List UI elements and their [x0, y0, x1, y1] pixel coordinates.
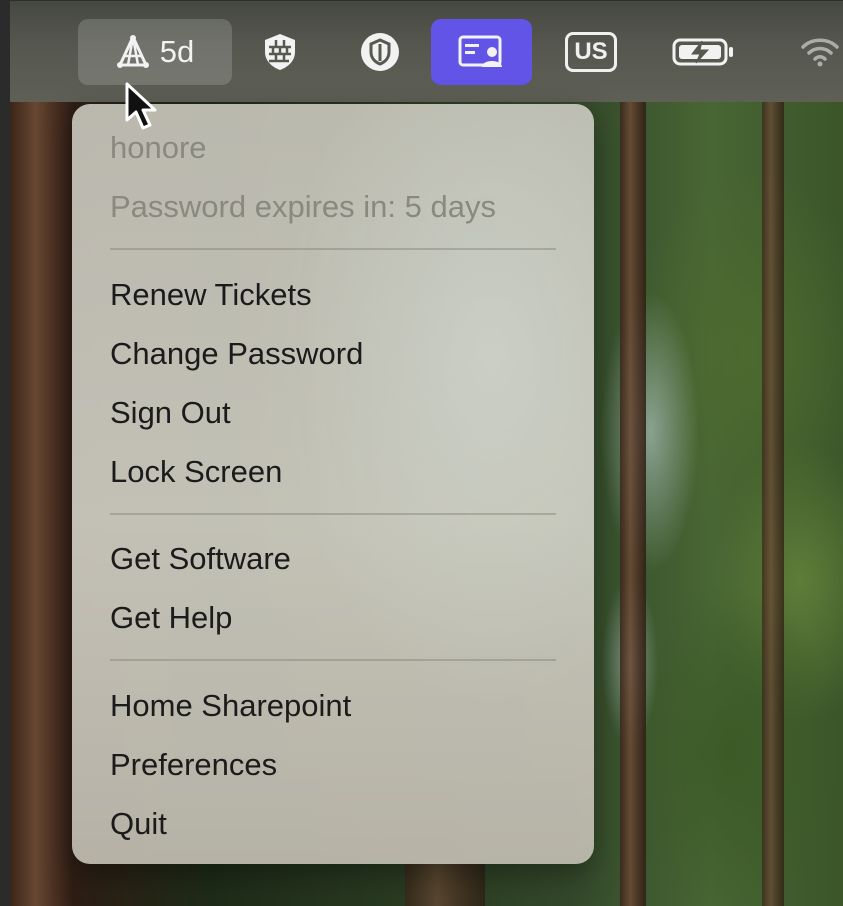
window-edge	[0, 0, 10, 906]
keyboard-layout-item[interactable]: US	[560, 19, 622, 85]
battery-status-item[interactable]	[668, 19, 738, 85]
kerberos-app-icon	[116, 35, 149, 68]
wifi-icon	[801, 38, 839, 67]
menu-password-status: Password expires in: 5 days	[110, 189, 496, 224]
keyboard-layout-icon: US	[565, 32, 617, 72]
menu-separator	[110, 248, 556, 250]
desktop: 5d US honore Password expires in: 5 days…	[0, 0, 843, 906]
menu-item-preferences[interactable]: Preferences	[110, 747, 277, 783]
menu-item-renew-tickets[interactable]: Renew Tickets	[110, 277, 312, 313]
tree-trunk	[762, 102, 784, 906]
tree-trunk	[620, 102, 646, 906]
battery-charging-icon	[672, 38, 733, 66]
kerberos-expiry-label: 5d	[159, 34, 195, 69]
menu-item-lock-screen[interactable]: Lock Screen	[110, 454, 282, 490]
tree-trunk	[10, 102, 74, 906]
menu-separator	[110, 513, 556, 515]
menu-separator	[110, 659, 556, 661]
menu-item-home-sharepoint[interactable]: Home Sharepoint	[110, 688, 351, 724]
wifi-status-item[interactable]	[790, 19, 843, 85]
menu-item-sign-out[interactable]: Sign Out	[110, 395, 231, 431]
menu-item-get-software[interactable]: Get Software	[110, 541, 291, 577]
vpn-shield-icon	[361, 33, 399, 71]
screen-sharing-item[interactable]	[431, 19, 532, 85]
kerberos-dropdown-menu: honore Password expires in: 5 days Renew…	[72, 104, 594, 864]
firewall-shield-icon	[265, 34, 295, 70]
menu-username: honore	[110, 130, 207, 165]
firewall-status-item[interactable]	[255, 19, 305, 85]
kerberos-status-item[interactable]: 5d	[78, 19, 232, 85]
menu-item-change-password[interactable]: Change Password	[110, 336, 363, 372]
tree-trunk	[405, 860, 485, 906]
vpn-status-item[interactable]	[355, 19, 405, 85]
menu-item-get-help[interactable]: Get Help	[110, 600, 232, 636]
menu-item-quit[interactable]: Quit	[110, 806, 167, 842]
mouse-cursor-icon	[125, 82, 157, 130]
screen-sharing-icon	[458, 35, 502, 67]
